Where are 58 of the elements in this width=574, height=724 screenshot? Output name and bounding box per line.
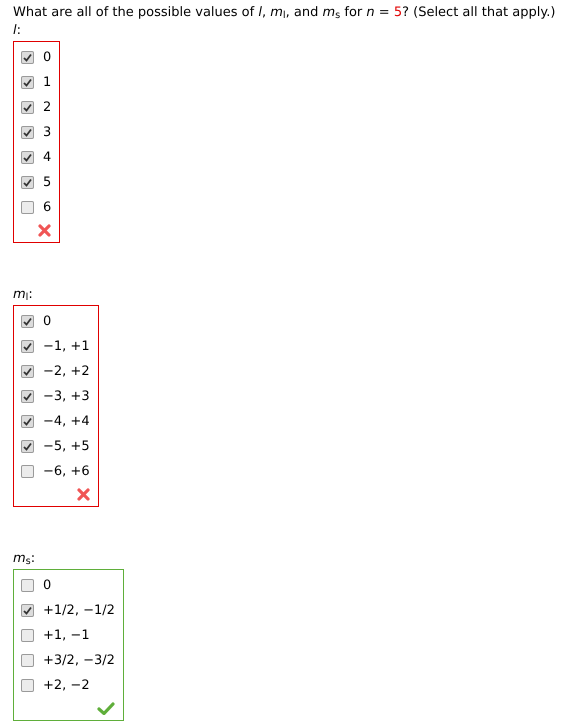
checkbox[interactable] bbox=[21, 340, 34, 353]
option-label: 3 bbox=[43, 124, 52, 142]
option-label: −3, +3 bbox=[43, 388, 90, 406]
checkmark-icon bbox=[23, 442, 32, 451]
option-label: 0 bbox=[43, 48, 52, 67]
group-label: m$_{l}$: bbox=[13, 287, 33, 303]
checkbox[interactable] bbox=[21, 654, 34, 667]
checkbox[interactable] bbox=[21, 390, 34, 403]
checkmark-icon bbox=[23, 367, 32, 376]
checkbox[interactable] bbox=[21, 151, 34, 164]
option-label: −1, +1 bbox=[43, 338, 90, 356]
option-label: −4, +4 bbox=[43, 412, 90, 431]
checkmark-icon bbox=[23, 153, 32, 162]
question-text: What are all of the possible values of l, m$_{l}$, and m$_{s}$ for n = 5? (Select all that apply.) bbox=[13, 5, 556, 21]
checkbox[interactable] bbox=[21, 579, 34, 592]
checkbox[interactable] bbox=[21, 465, 34, 478]
group-label: l: bbox=[13, 23, 22, 39]
checkbox[interactable] bbox=[21, 629, 34, 642]
checkbox[interactable] bbox=[21, 415, 34, 428]
option-label: +1, −1 bbox=[43, 626, 90, 645]
option-label: −6, +6 bbox=[43, 462, 90, 481]
option-label: 0 bbox=[43, 576, 52, 595]
checkbox[interactable] bbox=[21, 315, 34, 328]
option-label: −2, +2 bbox=[43, 362, 90, 381]
option-label: +3/2, −3/2 bbox=[43, 652, 115, 670]
checkmark-icon bbox=[23, 128, 32, 137]
option-label: 6 bbox=[43, 198, 52, 217]
checkmark-icon bbox=[23, 103, 32, 112]
cross-icon bbox=[38, 224, 52, 236]
option-label: 5 bbox=[43, 174, 52, 192]
option-label: 2 bbox=[43, 98, 52, 117]
checkbox[interactable] bbox=[21, 51, 34, 64]
checkbox[interactable] bbox=[21, 440, 34, 453]
option-label: +2, −2 bbox=[43, 676, 90, 695]
checkmark-icon bbox=[23, 392, 32, 401]
checkbox[interactable] bbox=[21, 365, 34, 378]
option-label: 0 bbox=[43, 312, 52, 331]
checkmark-icon bbox=[23, 178, 32, 187]
checkmark-icon bbox=[23, 53, 32, 62]
option-label: +1/2, −1/2 bbox=[43, 602, 115, 620]
checkmark-icon bbox=[23, 417, 32, 426]
checkmark-icon bbox=[96, 702, 115, 714]
option-label: −5, +5 bbox=[43, 438, 90, 456]
checkbox[interactable] bbox=[21, 126, 34, 139]
option-label: 1 bbox=[43, 74, 52, 92]
checkmark-icon bbox=[23, 606, 32, 615]
checkbox[interactable] bbox=[21, 101, 34, 114]
checkmark-icon bbox=[23, 342, 32, 351]
checkbox[interactable] bbox=[21, 201, 34, 214]
checkbox[interactable] bbox=[21, 76, 34, 89]
checkbox[interactable] bbox=[21, 604, 34, 617]
checkmark-icon bbox=[23, 78, 32, 87]
option-label: 4 bbox=[43, 148, 52, 167]
checkmark-icon bbox=[23, 317, 32, 326]
checkbox[interactable] bbox=[21, 679, 34, 692]
checkbox[interactable] bbox=[21, 176, 34, 189]
group-label: m$_{s}$: bbox=[13, 551, 36, 567]
cross-icon bbox=[76, 488, 90, 500]
